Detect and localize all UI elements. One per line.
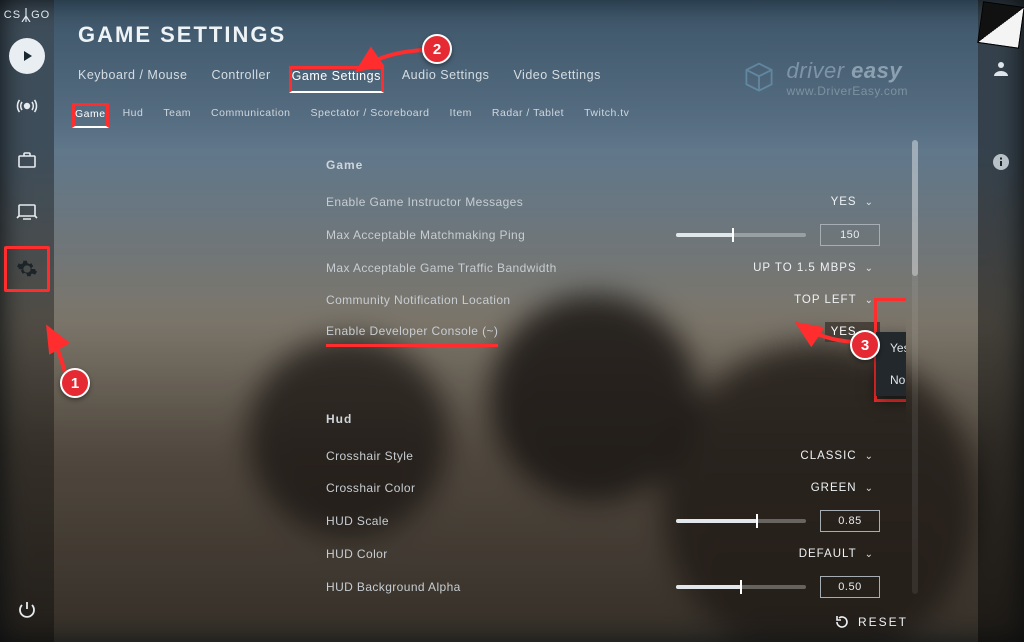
label-hudscale: HUD Scale bbox=[326, 514, 389, 528]
reset-icon bbox=[834, 614, 850, 630]
option-yes[interactable]: Yes bbox=[876, 332, 906, 364]
subtab-communication[interactable]: Communication bbox=[211, 105, 290, 126]
annotation-callout-3: 3 bbox=[850, 330, 880, 360]
row-bandwidth: Max Acceptable Game Traffic Bandwidth UP… bbox=[268, 252, 906, 284]
dropdown-crosshair-style[interactable]: CLASSIC⌄ bbox=[794, 446, 880, 466]
subtab-radar[interactable]: Radar / Tablet bbox=[492, 105, 564, 126]
label-xstyle: Crosshair Style bbox=[326, 449, 413, 463]
slider-ping[interactable]: 150 bbox=[676, 224, 880, 246]
subtab-spectator[interactable]: Spectator / Scoreboard bbox=[311, 105, 430, 126]
label-bandwidth: Max Acceptable Game Traffic Bandwidth bbox=[326, 261, 557, 275]
profile-icon[interactable] bbox=[991, 58, 1011, 83]
ping-value[interactable]: 150 bbox=[820, 224, 880, 246]
page-title: GAME SETTINGS bbox=[54, 0, 978, 48]
hudscale-value[interactable]: 0.85 bbox=[820, 510, 880, 532]
tab-video-settings[interactable]: Video Settings bbox=[513, 68, 600, 91]
row-hud-color: HUD Color DEFAULT⌄ bbox=[268, 538, 906, 570]
avatar[interactable] bbox=[977, 1, 1024, 48]
row-hud-scale: HUD Scale 0.85 bbox=[268, 504, 906, 538]
info-icon[interactable] bbox=[992, 153, 1010, 176]
subtab-hud[interactable]: Hud bbox=[123, 105, 144, 126]
label-hudcolor: HUD Color bbox=[326, 547, 388, 561]
row-crosshair-style: Crosshair Style CLASSIC⌄ bbox=[268, 440, 906, 472]
subtab-game[interactable]: Game bbox=[72, 103, 109, 128]
section-hud-title: Hud bbox=[326, 412, 906, 426]
slider-hud-scale[interactable]: 0.85 bbox=[676, 510, 880, 532]
subtab-twitch[interactable]: Twitch.tv bbox=[584, 105, 629, 126]
hudbg-value[interactable]: 0.50 bbox=[820, 576, 880, 598]
tab-keyboard-mouse[interactable]: Keyboard / Mouse bbox=[78, 68, 187, 91]
dropdown-crosshair-color[interactable]: GREEN⌄ bbox=[805, 478, 880, 498]
settings-icon[interactable] bbox=[9, 251, 45, 287]
label-hudbg: HUD Background Alpha bbox=[326, 580, 461, 594]
tab-controller[interactable]: Controller bbox=[211, 68, 270, 91]
watch-icon[interactable] bbox=[9, 194, 45, 230]
inventory-icon[interactable] bbox=[9, 142, 45, 178]
dropdown-instructor[interactable]: YES⌄ bbox=[825, 192, 880, 212]
row-instructor: Enable Game Instructor Messages YES⌄ bbox=[268, 186, 906, 218]
row-ping: Max Acceptable Matchmaking Ping 150 bbox=[268, 218, 906, 252]
power-icon[interactable] bbox=[9, 592, 45, 628]
right-bar bbox=[978, 0, 1024, 642]
dropdown-bandwidth[interactable]: UP TO 1.5 MBPS⌄ bbox=[747, 258, 880, 278]
label-instructor: Enable Game Instructor Messages bbox=[326, 195, 523, 209]
label-ping: Max Acceptable Matchmaking Ping bbox=[326, 228, 525, 242]
option-no[interactable]: No bbox=[876, 364, 906, 396]
label-xcolor: Crosshair Color bbox=[326, 481, 415, 495]
primary-tabs: Keyboard / Mouse Controller Game Setting… bbox=[54, 48, 978, 101]
row-crosshair-color: Crosshair Color GREEN⌄ bbox=[268, 472, 906, 504]
chevron-down-icon: ⌄ bbox=[865, 451, 874, 462]
section-game-title: Game bbox=[326, 158, 906, 172]
chevron-down-icon: ⌄ bbox=[865, 197, 874, 208]
chevron-down-icon: ⌄ bbox=[865, 295, 874, 306]
dropdown-hud-color[interactable]: DEFAULT⌄ bbox=[793, 544, 880, 564]
broadcast-icon[interactable] bbox=[9, 90, 45, 126]
csgo-logo: CS GO bbox=[4, 8, 50, 22]
label-notify: Community Notification Location bbox=[326, 293, 510, 307]
settings-panel: Game Enable Game Instructor Messages YES… bbox=[268, 140, 906, 602]
developer-console-options: Yes No bbox=[876, 332, 906, 396]
left-nav: CS GO bbox=[0, 0, 54, 642]
annotation-callout-1: 1 bbox=[60, 368, 90, 398]
secondary-tabs: Game Hud Team Communication Spectator / … bbox=[54, 101, 978, 130]
chevron-down-icon: ⌄ bbox=[865, 549, 874, 560]
play-button[interactable] bbox=[9, 38, 45, 74]
settings-highlight bbox=[4, 246, 50, 292]
dropdown-notify[interactable]: TOP LEFT⌄ bbox=[788, 290, 880, 310]
reset-label: RESET bbox=[858, 615, 908, 629]
label-devcon: Enable Developer Console (~) bbox=[326, 324, 498, 347]
panel-scrollbar[interactable] bbox=[912, 140, 918, 594]
subtab-item[interactable]: Item bbox=[449, 105, 471, 126]
slider-hud-bg[interactable]: 0.50 bbox=[676, 576, 880, 598]
chevron-down-icon: ⌄ bbox=[865, 483, 874, 494]
annotation-callout-2: 2 bbox=[422, 34, 452, 64]
chevron-down-icon: ⌄ bbox=[865, 263, 874, 274]
reset-button[interactable]: RESET bbox=[834, 614, 908, 630]
row-hud-bg-alpha: HUD Background Alpha 0.50 bbox=[268, 570, 906, 602]
subtab-team[interactable]: Team bbox=[163, 105, 191, 126]
